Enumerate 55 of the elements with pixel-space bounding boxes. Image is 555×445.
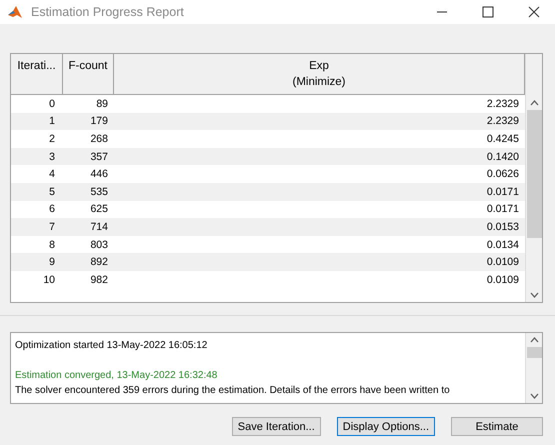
table-cell-text: 8 — [48, 238, 56, 251]
table-cell-text: 714 — [89, 220, 109, 233]
scroll-down-icon[interactable] — [530, 292, 538, 298]
scrollbar[interactable] — [525, 54, 542, 302]
scroll-up-icon[interactable] — [530, 100, 538, 106]
table-cell-text: 1 — [48, 115, 56, 128]
log-line: The solver encountered 359 errors during the estimation. Details of the errors have been written to — [15, 384, 451, 398]
dialog-button[interactable]: Estimate — [451, 417, 543, 436]
table-cell-text: 7 — [48, 220, 56, 233]
dialog-button[interactable]: Save Iteration... — [232, 417, 321, 436]
table-cell-text: 89 — [95, 98, 109, 110]
table-cell-text: 0.0153 — [486, 220, 520, 233]
dialog-button[interactable]: Display Options... — [336, 417, 435, 436]
table-cell-text: 0.1420 — [486, 150, 520, 163]
table-cell-text: 0.0626 — [486, 168, 520, 180]
scrollbar[interactable] — [525, 333, 542, 403]
table-cell-text: 6 — [48, 203, 56, 216]
log-line: Estimation converged, 13-May-2022 16:32:48 — [15, 369, 218, 383]
table-cell-text: 446 — [89, 168, 109, 180]
table-cell-text: 535 — [89, 186, 109, 198]
table-cell-text: 0.0171 — [486, 186, 520, 198]
table-cell-text: 0.0171 — [486, 203, 520, 216]
table-cell-text: 179 — [89, 115, 109, 128]
table-cell-text: 357 — [89, 150, 109, 163]
app-logo-icon — [7, 4, 23, 20]
table-cell-text: 892 — [89, 256, 109, 268]
scroll-down-icon[interactable] — [530, 393, 538, 399]
column-header[interactable]: F-count — [63, 54, 114, 94]
table-cell-text: 0 — [48, 98, 56, 110]
table-cell-text: 2.2329 — [486, 115, 520, 128]
table-cell-text: 5 — [48, 186, 56, 198]
table-cell-text: 625 — [89, 203, 109, 216]
table-cell-text: 0.4245 — [486, 132, 520, 145]
column-subheader: (Minimize) — [292, 76, 346, 88]
table-cell-text: 268 — [89, 132, 109, 145]
close-icon[interactable] — [528, 6, 540, 18]
table-cell-text: 0.0109 — [486, 256, 520, 268]
scroll-thumb[interactable] — [526, 110, 542, 238]
scroll-up-icon[interactable] — [530, 337, 538, 343]
log-line: Optimization started 13-May-2022 16:05:12 — [15, 339, 208, 353]
maximize-icon[interactable] — [482, 6, 494, 18]
window-title: Estimation Progress Report — [31, 5, 184, 19]
scroll-thumb[interactable] — [526, 347, 542, 358]
table-cell-text: 803 — [89, 238, 109, 251]
table-cell-text: 4 — [48, 168, 56, 180]
column-header[interactable]: Exp — [309, 60, 329, 72]
table-cell-text: 2.2329 — [486, 98, 520, 110]
table-cell-text: 10 — [42, 274, 56, 286]
table-cell-text: 2 — [48, 132, 56, 145]
table-cell-text: 0.0134 — [486, 238, 520, 251]
table-cell-text: 982 — [89, 274, 109, 286]
column-header[interactable]: Iterati... — [11, 54, 63, 94]
table-cell-text: 9 — [48, 256, 56, 268]
table-cell-text: 3 — [48, 150, 56, 163]
table-cell-text: 0.0109 — [486, 274, 520, 286]
